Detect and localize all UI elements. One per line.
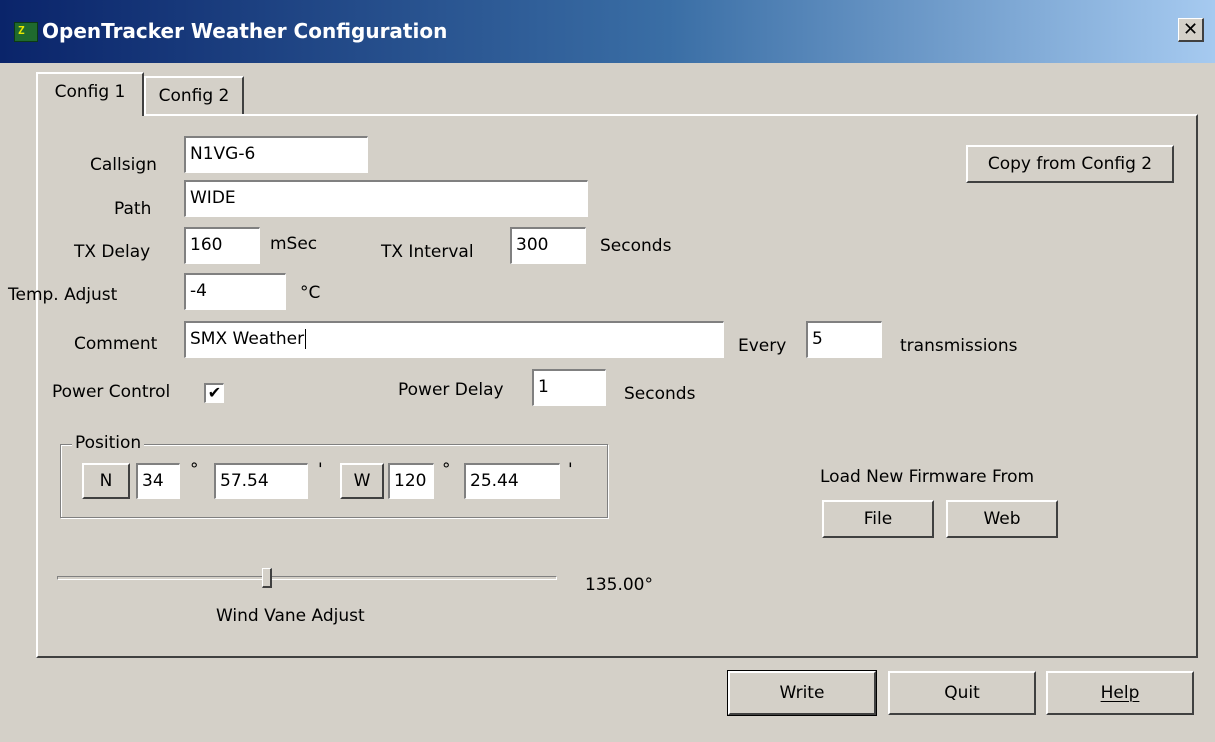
degree-symbol: ° [442,460,451,480]
power-delay-input[interactable]: 1 [532,369,606,406]
temp-adjust-unit: °C [300,283,321,303]
comment-label: Comment [74,334,158,354]
latitude-hemisphere-button[interactable]: N [82,463,130,499]
callsign-input[interactable]: N1VG-6 [184,136,368,173]
path-input[interactable]: WIDE [184,180,588,217]
every-unit: transmissions [900,336,1018,356]
quit-button[interactable]: Quit [888,671,1036,715]
tx-delay-label: TX Delay [74,242,151,262]
degree-symbol: ° [190,460,199,480]
firmware-web-button[interactable]: Web [946,500,1058,538]
power-delay-label: Power Delay [398,380,504,400]
longitude-minutes-input[interactable]: 25.44 [464,463,560,499]
tx-delay-unit: mSec [270,234,318,254]
position-group-label: Position [72,433,145,453]
tab-config-1[interactable]: Config 1 [36,72,144,116]
close-icon: ✕ [1182,19,1199,40]
latitude-degrees-input[interactable]: 34 [136,463,180,499]
minute-symbol: ' [568,460,573,480]
wind-vane-slider-track[interactable] [57,576,557,580]
minute-symbol: ' [318,460,323,480]
longitude-degrees-input[interactable]: 120 [388,463,434,499]
power-delay-unit: Seconds [624,384,696,404]
check-icon: ✔ [207,383,222,402]
temp-adjust-label: Temp. Adjust [8,285,118,305]
latitude-minutes-input[interactable]: 57.54 [214,463,308,499]
path-label: Path [114,199,152,219]
window-title: OpenTracker Weather Configuration [42,19,448,43]
firmware-file-button[interactable]: File [822,500,934,538]
write-button[interactable]: Write [727,670,877,716]
longitude-hemisphere-button[interactable]: W [340,463,384,499]
comment-input[interactable]: SMX Weather [184,321,724,358]
tab-config-2[interactable]: Config 2 [144,76,244,116]
wind-vane-value: 135.00° [585,575,653,595]
power-control-label: Power Control [52,382,171,402]
tx-delay-input[interactable]: 160 [184,227,260,264]
every-input[interactable]: 5 [806,321,882,358]
close-button[interactable]: ✕ [1178,18,1204,42]
tx-interval-unit: Seconds [600,236,672,256]
every-label: Every [738,336,787,356]
callsign-label: Callsign [90,155,157,175]
tab-config-1-label: Config 1 [54,82,126,102]
tx-interval-input[interactable]: 300 [510,227,586,264]
wind-vane-label: Wind Vane Adjust [216,606,365,626]
app-icon: Z [14,22,38,42]
title-bar: Z OpenTracker Weather Configuration ✕ [0,0,1215,63]
wind-vane-slider-thumb[interactable] [262,568,272,588]
power-control-checkbox[interactable]: ✔ [204,383,224,403]
help-button[interactable]: Help [1046,671,1194,715]
temp-adjust-input[interactable]: -4 [184,273,286,310]
tx-interval-label: TX Interval [381,242,474,262]
comment-value: SMX Weather [190,329,305,349]
help-button-label: Help [1100,683,1140,703]
firmware-label: Load New Firmware From [820,467,1035,487]
text-cursor [305,329,307,349]
tab-config-2-label: Config 2 [158,86,230,106]
copy-from-config2-button[interactable]: Copy from Config 2 [966,145,1174,183]
